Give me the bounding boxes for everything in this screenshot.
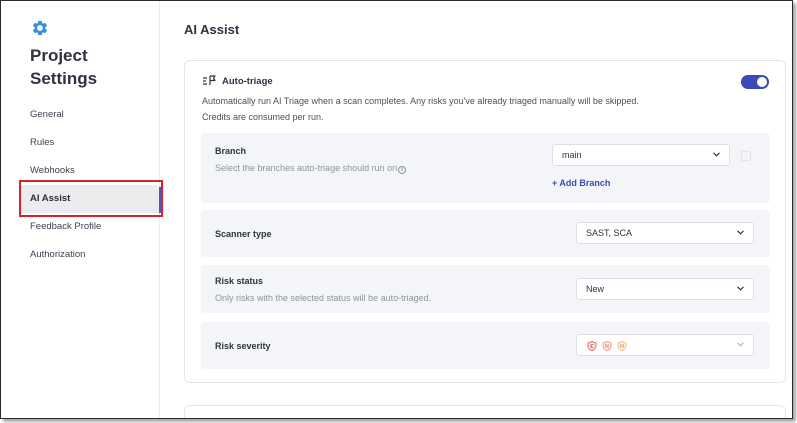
window: Project Settings General Rules Webhooks … (0, 0, 793, 419)
chevron-down-icon (737, 230, 744, 235)
risk-status-select-value: New (586, 284, 605, 294)
branch-remove-checkbox[interactable] (741, 151, 751, 161)
scanner-type-section: Scanner type SAST, SCA (201, 210, 770, 257)
chevron-down-icon (713, 152, 720, 157)
auto-triage-icon (203, 75, 216, 85)
svg-text:H: H (605, 344, 609, 350)
sidebar-item-ai-assist[interactable]: AI Assist (20, 185, 164, 213)
branch-help: Select the branches auto-triage should r… (215, 163, 407, 174)
sidebar-item-authorization[interactable]: Authorization (20, 241, 164, 269)
chevron-down-icon (737, 342, 744, 347)
risk-status-help: Only risks with the selected status will… (215, 293, 432, 303)
svg-text:C: C (590, 344, 594, 350)
next-card (184, 405, 786, 418)
risk-status-section: Risk status Only risks with the selected… (201, 265, 770, 313)
risk-severity-section: Risk severity C H M (201, 322, 770, 369)
high-shield-icon: H (602, 341, 612, 351)
auto-triage-description-line1: Automatically run AI Triage when a scan … (202, 96, 639, 106)
auto-triage-toggle[interactable] (741, 75, 769, 89)
scanner-type-select-value: SAST, SCA (586, 228, 633, 238)
branch-select-value: main (562, 150, 582, 160)
auto-triage-description-line2: Credits are consumed per run. (202, 111, 324, 122)
svg-text:M: M (620, 344, 625, 350)
sidebar-nav: General Rules Webhooks AI Assist Feedbac… (20, 101, 164, 269)
risk-status-label: Risk status (215, 276, 264, 286)
risk-severity-label: Risk severity (215, 341, 271, 351)
branch-select[interactable]: main (552, 144, 730, 166)
scanner-type-select[interactable]: SAST, SCA (576, 222, 754, 244)
sidebar-title-line1: Project (30, 46, 88, 65)
risk-severity-select[interactable]: C H M (576, 334, 754, 356)
auto-triage-title: Auto-triage (222, 76, 273, 87)
sidebar-item-feedback-profile[interactable]: Feedback Profile (20, 213, 164, 241)
add-branch-button[interactable]: + Add Branch (552, 178, 610, 188)
auto-triage-description: Automatically run AI Triage when a scan … (202, 94, 682, 125)
branch-label: Branch (215, 146, 247, 156)
branch-help-text: Select the branches auto-triage should r… (215, 163, 398, 173)
sidebar-title: Project Settings (30, 44, 97, 90)
info-icon[interactable]: i (398, 166, 407, 174)
critical-shield-icon: C (587, 341, 597, 351)
gear-icon (32, 20, 48, 36)
scanner-type-label: Scanner type (215, 229, 272, 239)
sidebar-item-rules[interactable]: Rules (20, 129, 164, 157)
page-title: AI Assist (184, 22, 240, 37)
chevron-down-icon (737, 286, 744, 291)
auto-triage-card: Auto-triage Automatically run AI Triage … (184, 60, 786, 383)
sidebar: Project Settings General Rules Webhooks … (1, 1, 164, 418)
sidebar-title-line2: Settings (30, 69, 98, 88)
sidebar-item-general[interactable]: General (20, 101, 164, 129)
medium-shield-icon: M (617, 341, 627, 351)
risk-status-select[interactable]: New (576, 278, 754, 300)
sidebar-item-webhooks[interactable]: Webhooks (20, 157, 164, 185)
branch-section: Branch Select the branches auto-triage s… (201, 133, 770, 203)
